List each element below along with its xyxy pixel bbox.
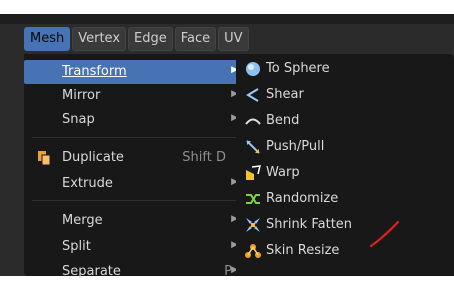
randomize-icon xyxy=(246,194,260,204)
top-strip xyxy=(0,0,454,14)
push-pull-icon xyxy=(246,140,260,154)
mesh-menu-item-extrude[interactable]: Extrude ▶ xyxy=(24,172,246,196)
submenu-item-warp[interactable]: Warp xyxy=(236,160,454,186)
menu-separator xyxy=(32,137,238,138)
shortcut-label: Shift D xyxy=(182,150,226,165)
to-sphere-icon xyxy=(246,62,260,76)
menu-separator xyxy=(32,200,238,201)
submenu-item-label: Shrink Fatten xyxy=(266,217,353,232)
menubar-uv[interactable]: UV xyxy=(218,27,249,51)
header-shadow xyxy=(0,14,454,24)
transform-submenu: To Sphere Shear Bend Push/Pull Warp Rand… xyxy=(236,54,454,276)
submenu-item-skin-resize[interactable]: Skin Resize xyxy=(236,238,454,264)
submenu-item-shear[interactable]: Shear xyxy=(236,82,454,108)
mesh-menu-item-label: Merge xyxy=(62,213,103,228)
submenu-item-label: Bend xyxy=(266,113,300,128)
mesh-menu-item-transform[interactable]: Transform ▶ xyxy=(24,60,246,84)
submenu-item-label: Push/Pull xyxy=(266,139,325,154)
mesh-menu-item-label: Separate xyxy=(62,264,121,279)
editor-menu-bar: Mesh Vertex Edge Face UV xyxy=(24,27,249,51)
mesh-menu: Transform ▶ Mirror ▶ Snap ▶ Duplicate Sh… xyxy=(24,54,246,279)
mesh-menu-item-merge[interactable]: Merge ▶ xyxy=(24,209,246,233)
shrink-fatten-icon xyxy=(246,218,260,232)
submenu-item-label: Randomize xyxy=(266,191,339,206)
shear-icon xyxy=(246,88,259,102)
mesh-menu-item-label: Snap xyxy=(62,112,95,127)
mesh-menu-item-split[interactable]: Split ▶ xyxy=(24,235,246,259)
submenu-item-push-pull[interactable]: Push/Pull xyxy=(236,134,454,160)
submenu-item-label: Shear xyxy=(266,87,304,102)
mesh-menu-item-label: Transform xyxy=(62,64,127,79)
submenu-item-label: Skin Resize xyxy=(266,243,340,258)
warp-icon xyxy=(246,165,261,180)
menubar-vertex[interactable]: Vertex xyxy=(72,27,127,51)
submenu-item-label: To Sphere xyxy=(266,61,330,76)
menubar-edge[interactable]: Edge xyxy=(128,27,173,51)
submenu-item-randomize[interactable]: Randomize xyxy=(236,186,454,212)
mesh-menu-item-label: Duplicate xyxy=(62,150,124,165)
mesh-menu-item-snap[interactable]: Snap ▶ xyxy=(24,108,246,132)
mesh-menu-item-label: Mirror xyxy=(62,88,101,103)
menubar-mesh[interactable]: Mesh xyxy=(24,27,71,51)
mesh-menu-item-label: Split xyxy=(62,239,91,254)
mesh-menu-item-separate[interactable]: Separate P ▶ xyxy=(24,260,246,284)
submenu-item-shrink-fatten[interactable]: Shrink Fatten xyxy=(236,212,454,238)
submenu-item-label: Warp xyxy=(266,165,300,180)
duplicate-icon xyxy=(38,151,51,166)
mesh-menu-item-mirror[interactable]: Mirror ▶ xyxy=(24,84,246,108)
mesh-menu-item-label: Extrude xyxy=(62,176,113,191)
submenu-item-bend[interactable]: Bend xyxy=(236,108,454,134)
submenu-item-to-sphere[interactable]: To Sphere xyxy=(236,56,454,82)
skin-resize-icon xyxy=(245,244,261,258)
bend-icon xyxy=(245,118,261,125)
mesh-menu-item-duplicate[interactable]: Duplicate Shift D xyxy=(24,146,246,170)
menubar-face[interactable]: Face xyxy=(174,27,217,51)
